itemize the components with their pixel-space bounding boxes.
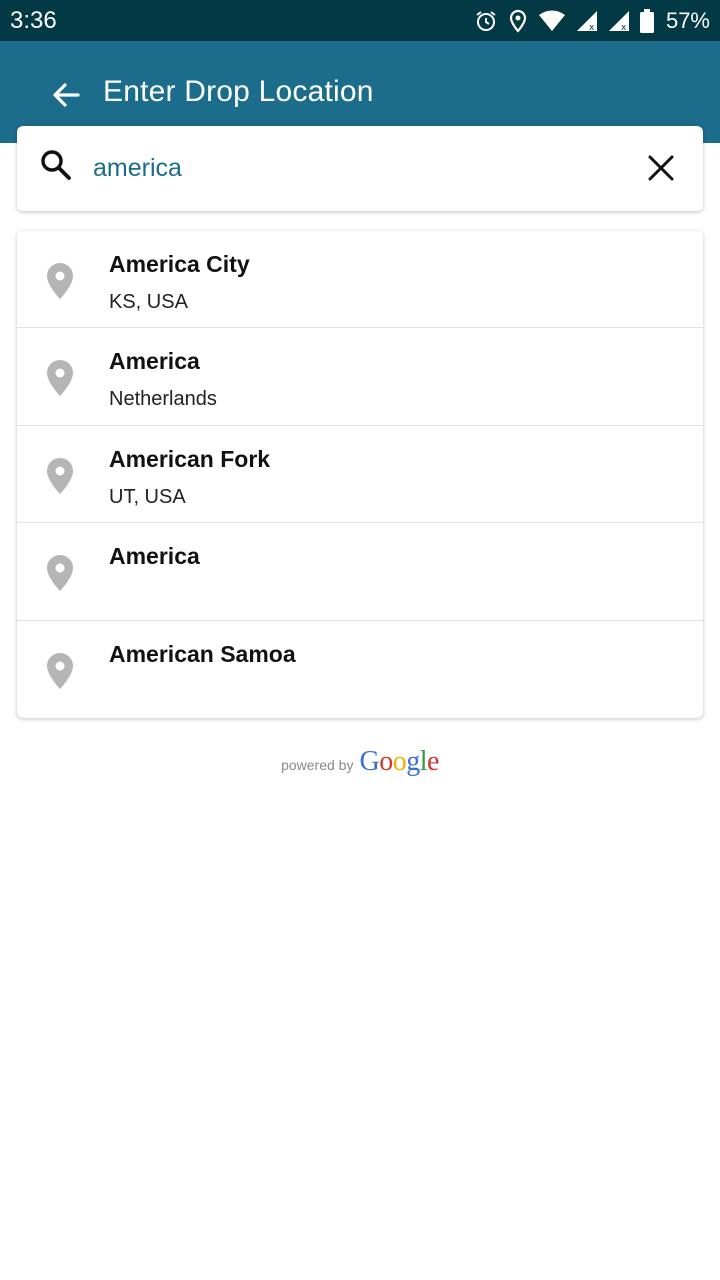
battery-icon <box>639 8 654 33</box>
search-bar <box>17 126 703 211</box>
result-title: American Samoa <box>109 640 296 667</box>
search-icon <box>39 148 73 187</box>
wifi-icon <box>538 10 566 32</box>
page-title: Enter Drop Location <box>103 75 374 108</box>
list-item[interactable]: America <box>17 523 703 621</box>
location-pin-icon <box>47 263 73 304</box>
clear-search-button[interactable] <box>641 148 681 188</box>
result-title: American Fork <box>109 445 271 472</box>
search-input[interactable] <box>93 146 633 190</box>
alarm-icon <box>474 9 498 33</box>
google-logo: Google <box>359 746 439 777</box>
status-icons: x x 57% <box>474 8 710 34</box>
result-title: America <box>109 543 200 570</box>
signal-icon: x <box>576 10 598 32</box>
result-title: America City <box>109 251 250 277</box>
location-pin-icon <box>47 555 73 596</box>
search-results-list: America City KS, USA America Netherlands… <box>17 231 703 718</box>
list-item[interactable]: America City KS, USA <box>17 231 703 329</box>
location-pin-icon <box>47 652 73 694</box>
google-attribution: powered by Google <box>0 746 720 778</box>
result-subtitle: KS, USA <box>109 291 188 313</box>
arrow-left-icon <box>53 83 80 107</box>
back-button[interactable] <box>46 75 86 115</box>
result-title: America <box>109 348 200 375</box>
battery-percent: 57% <box>665 7 710 33</box>
location-icon <box>508 9 528 33</box>
signal-icon: x <box>608 10 630 32</box>
powered-by-label: powered by <box>281 757 354 773</box>
location-pin-icon <box>47 457 73 499</box>
list-item[interactable]: American Fork UT, USA <box>17 426 703 524</box>
list-item[interactable]: American Samoa <box>17 621 703 718</box>
result-subtitle: Netherlands <box>109 388 217 411</box>
list-item[interactable]: America Netherlands <box>17 328 703 426</box>
close-icon <box>648 155 674 181</box>
result-subtitle: UT, USA <box>109 485 186 508</box>
status-time: 3:36 <box>10 6 57 34</box>
location-pin-icon <box>47 360 73 401</box>
svg-text:x: x <box>621 23 627 32</box>
svg-text:x: x <box>589 23 595 32</box>
status-bar: 3:36 x x 57% <box>0 0 720 41</box>
